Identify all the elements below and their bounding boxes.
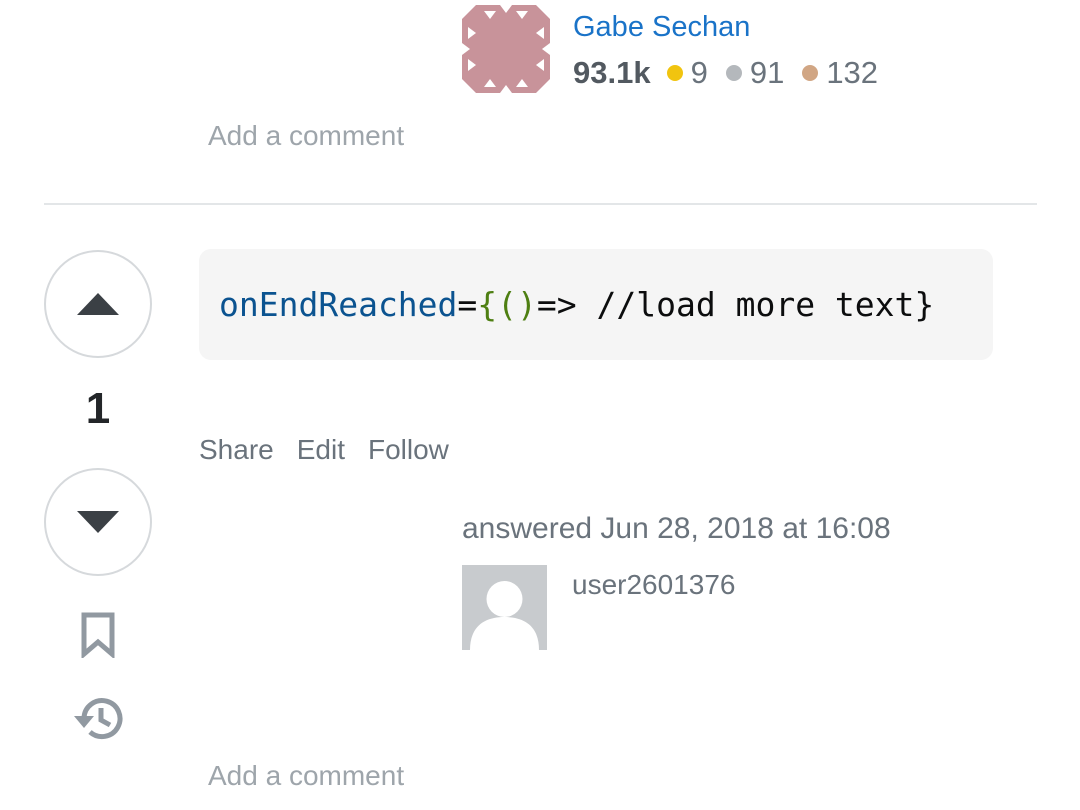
answer-divider [44, 203, 1037, 205]
upvote-button[interactable] [44, 250, 152, 358]
history-button[interactable] [66, 686, 130, 750]
code-snippet: onEndReached={()=> //load more text} [219, 285, 934, 324]
downvote-button[interactable] [44, 468, 152, 576]
user-name-link[interactable]: user2601376 [572, 569, 735, 601]
history-icon [74, 698, 123, 740]
default-user-icon [462, 565, 547, 650]
identicon-image [462, 5, 550, 93]
code-close-brace: } [914, 285, 935, 324]
code-rest: => //load more text [536, 285, 915, 324]
triangle-down-icon [77, 511, 119, 533]
bronze-badge-icon [802, 65, 819, 81]
code-equals: = [457, 285, 478, 324]
bronze-badge-count: 132 [826, 55, 879, 90]
follow-link[interactable]: Follow [368, 434, 449, 466]
bookmark-icon [81, 612, 115, 658]
bookmark-button[interactable] [66, 603, 130, 667]
add-comment-link[interactable]: Add a comment [208, 120, 404, 152]
silver-badge-count: 91 [749, 55, 785, 90]
previous-answer-user-card: Gabe Sechan 93.1k 9 91 132 [462, 5, 1022, 93]
gold-badge-count: 9 [690, 55, 708, 90]
reputation-score: 93.1k [573, 55, 651, 90]
triangle-up-icon [77, 293, 119, 315]
post-menu: Share Edit Follow [199, 434, 472, 466]
add-comment-link[interactable]: Add a comment [208, 760, 404, 792]
code-block: onEndReached={()=> //load more text} [199, 249, 993, 360]
avatar[interactable] [462, 5, 550, 93]
avatar[interactable] [462, 565, 547, 650]
user-reputation: 93.1k 9 91 132 [573, 55, 896, 91]
vote-count: 1 [85, 384, 111, 433]
code-identifier: onEndReached [219, 285, 458, 324]
answers-page: Gabe Sechan 93.1k 9 91 132 Add a comment… [0, 0, 1080, 810]
code-open-brace: { [477, 285, 498, 324]
answered-timestamp: answered Jun 28, 2018 at 16:08 [462, 512, 891, 545]
user-name-link[interactable]: Gabe Sechan [573, 11, 750, 44]
silver-badge-icon [725, 65, 742, 81]
code-parens: () [497, 285, 537, 324]
share-link[interactable]: Share [199, 434, 274, 466]
edit-link[interactable]: Edit [297, 434, 345, 466]
gold-badge-icon [666, 65, 683, 81]
